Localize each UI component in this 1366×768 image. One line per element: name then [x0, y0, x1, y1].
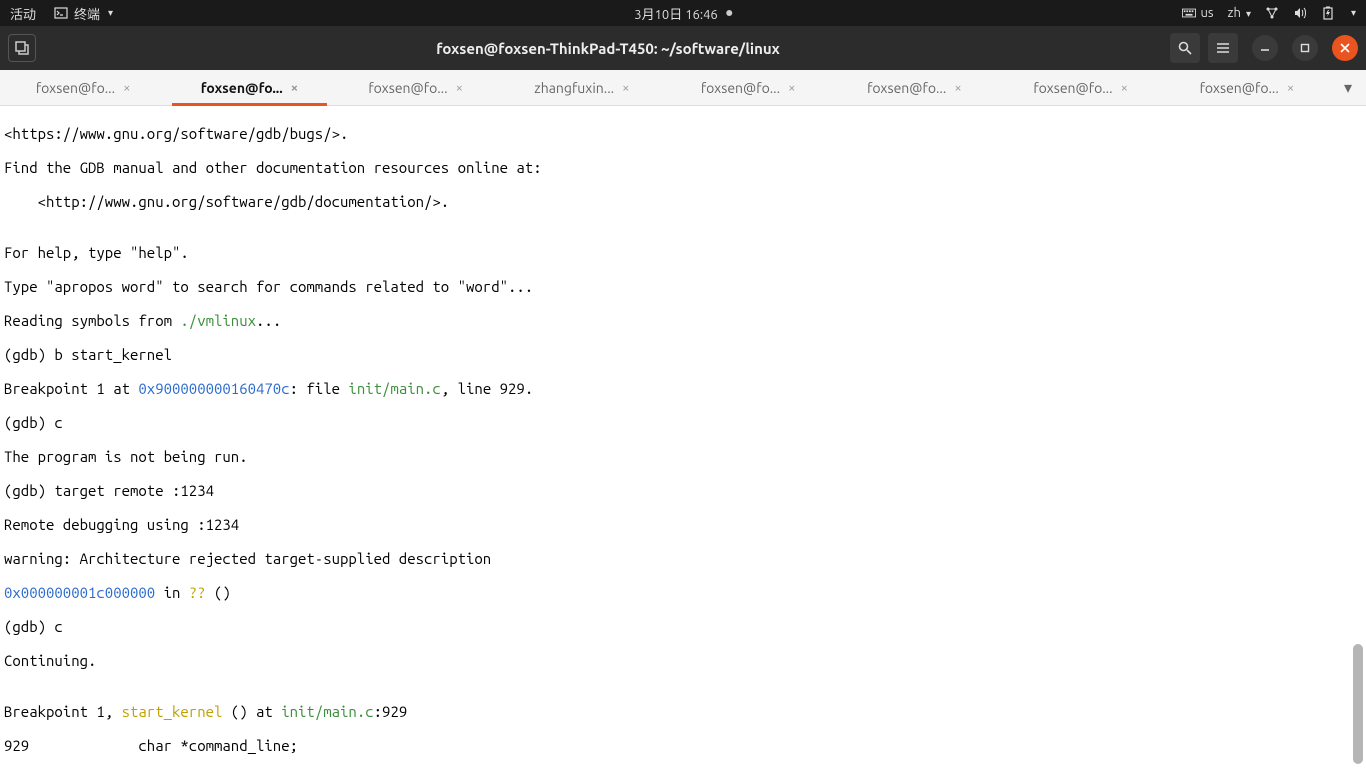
tab-label: foxsen@fo...	[368, 80, 447, 96]
tabs-overflow-button[interactable]: ▾	[1330, 70, 1366, 105]
tab-label: foxsen@fo...	[201, 80, 283, 96]
window-titlebar: foxsen@foxsen-ThinkPad-T450: ~/software/…	[0, 26, 1366, 70]
tab-label: foxsen@fo...	[1033, 80, 1112, 96]
hamburger-menu-button[interactable]	[1208, 33, 1238, 63]
terminal-viewport[interactable]: <https://www.gnu.org/software/gdb/bugs/>…	[0, 106, 1366, 768]
scrollbar-thumb[interactable]	[1353, 644, 1363, 764]
window-minimize-button[interactable]	[1252, 35, 1278, 61]
terminal-icon	[54, 6, 68, 20]
input-language-label: zh	[1228, 6, 1241, 20]
terminal-line: Type "apropos word" to search for comman…	[4, 278, 1362, 295]
system-menu-chevron-icon[interactable]: ▾	[1351, 7, 1356, 19]
maximize-icon	[1300, 43, 1310, 53]
tab-close-icon[interactable]: ×	[291, 81, 298, 95]
app-menu[interactable]: 终端 ▾	[54, 4, 113, 23]
chevron-down-icon: ▾	[1246, 8, 1251, 19]
hamburger-icon	[1215, 40, 1231, 56]
tab-6[interactable]: foxsen@fo... ×	[998, 70, 1164, 105]
app-menu-label: 终端	[74, 4, 100, 23]
terminal-line: The program is not being run.	[4, 448, 1362, 465]
terminal-tabbar: foxsen@fo... × foxsen@fo... × foxsen@fo...…	[0, 70, 1366, 106]
network-icon[interactable]	[1265, 6, 1279, 20]
tab-close-icon[interactable]: ×	[123, 81, 130, 95]
window-close-button[interactable]	[1332, 35, 1358, 61]
terminal-line: <https://www.gnu.org/software/gdb/bugs/>…	[4, 125, 1362, 142]
activities-button[interactable]: 活动	[10, 4, 36, 23]
tab-close-icon[interactable]: ×	[954, 81, 961, 95]
tab-close-icon[interactable]: ×	[456, 81, 463, 95]
keyboard-icon	[1182, 6, 1196, 20]
search-icon	[1177, 40, 1193, 56]
input-language-indicator[interactable]: zh ▾	[1228, 6, 1251, 20]
window-title: foxsen@foxsen-ThinkPad-T450: ~/software/…	[46, 40, 1170, 57]
terminal-line: (gdb) target remote :1234	[4, 482, 1362, 499]
tab-close-icon[interactable]: ×	[1287, 81, 1294, 95]
notification-dot-icon	[726, 10, 732, 16]
scrollbar[interactable]	[1350, 212, 1366, 768]
gnome-topbar: 活动 终端 ▾ 3月10日 16:46 us zh ▾	[0, 0, 1366, 26]
tab-4[interactable]: foxsen@fo... ×	[665, 70, 831, 105]
search-button[interactable]	[1170, 33, 1200, 63]
tab-close-icon[interactable]: ×	[788, 81, 795, 95]
terminal-line: For help, type "help".	[4, 244, 1362, 261]
tab-7[interactable]: foxsen@fo... ×	[1164, 70, 1330, 105]
chevron-down-icon: ▾	[1344, 78, 1352, 97]
tab-1[interactable]: foxsen@fo... ×	[166, 70, 332, 105]
new-tab-button[interactable]	[8, 34, 36, 62]
terminal-line: 929 char *command_line;	[4, 737, 1362, 754]
tab-5[interactable]: foxsen@fo... ×	[831, 70, 997, 105]
tab-label: foxsen@fo...	[36, 80, 115, 96]
tab-2[interactable]: foxsen@fo... ×	[333, 70, 499, 105]
tab-close-icon[interactable]: ×	[622, 81, 629, 95]
terminal-line: Reading symbols from ./vmlinux...	[4, 312, 1362, 329]
keyboard-layout-indicator[interactable]: us	[1182, 6, 1213, 20]
close-icon	[1340, 43, 1350, 53]
terminal-line: 0x000000001c000000 in ?? ()	[4, 584, 1362, 601]
terminal-line: Remote debugging using :1234	[4, 516, 1362, 533]
terminal-line: Breakpoint 1 at 0x900000000160470c: file…	[4, 380, 1362, 397]
tab-close-icon[interactable]: ×	[1121, 81, 1128, 95]
terminal-line: (gdb) c	[4, 618, 1362, 635]
volume-icon[interactable]	[1293, 6, 1307, 20]
terminal-line: warning: Architecture rejected target-su…	[4, 550, 1362, 567]
terminal-line: <http://www.gnu.org/software/gdb/documen…	[4, 193, 1362, 210]
tab-label: foxsen@fo...	[1200, 80, 1279, 96]
clock[interactable]: 3月10日 16:46	[634, 4, 732, 23]
chevron-down-icon: ▾	[108, 7, 113, 19]
tab-label: foxsen@fo...	[867, 80, 946, 96]
new-tab-icon	[14, 40, 30, 56]
terminal-line: (gdb) b start_kernel	[4, 346, 1362, 363]
clock-text: 3月10日 16:46	[634, 4, 718, 23]
keyboard-layout-label: us	[1200, 6, 1213, 20]
terminal-line: (gdb) c	[4, 414, 1362, 431]
window-maximize-button[interactable]	[1292, 35, 1318, 61]
tab-0[interactable]: foxsen@fo... ×	[0, 70, 166, 105]
minimize-icon	[1260, 43, 1270, 53]
tab-label: foxsen@fo...	[701, 80, 780, 96]
tab-3[interactable]: zhangfuxin... ×	[499, 70, 665, 105]
tab-label: zhangfuxin...	[534, 80, 614, 96]
terminal-line: Breakpoint 1, start_kernel () at init/ma…	[4, 703, 1362, 720]
terminal-line: Find the GDB manual and other documentat…	[4, 159, 1362, 176]
battery-icon[interactable]	[1321, 6, 1335, 20]
terminal-line: Continuing.	[4, 652, 1362, 669]
